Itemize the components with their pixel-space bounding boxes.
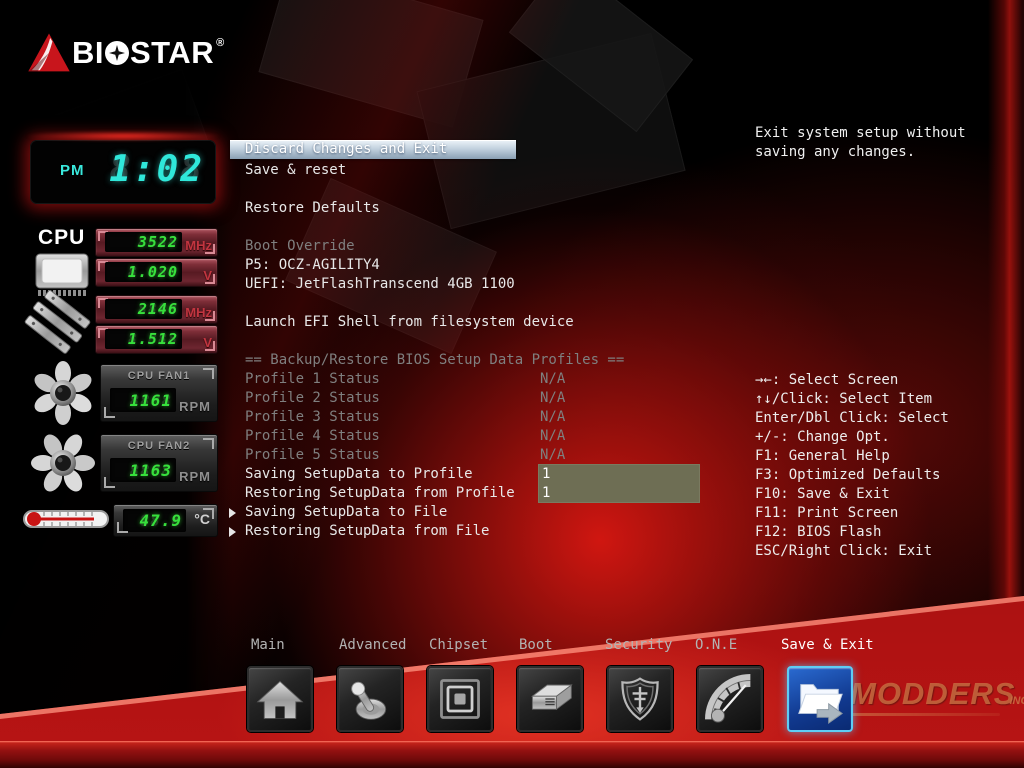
tab-main[interactable]: Main — [251, 636, 285, 654]
drive-icon — [525, 674, 575, 724]
tab-bar: Main Advanced Chipset Boot Security O.N.… — [0, 0, 1024, 768]
tab-tile-save-exit[interactable] — [787, 666, 853, 732]
tab-tile-one[interactable] — [697, 666, 763, 732]
tab-one[interactable]: O.N.E — [695, 636, 737, 654]
tab-tile-chipset[interactable] — [427, 666, 493, 732]
tab-tile-main[interactable] — [247, 666, 313, 732]
gauge-icon — [705, 674, 755, 724]
switch-icon — [345, 674, 395, 724]
folder-exit-icon — [794, 673, 846, 725]
tab-security[interactable]: Security — [605, 636, 672, 654]
shield-icon — [615, 674, 665, 724]
tab-boot[interactable]: Boot — [519, 636, 553, 654]
tab-save-exit[interactable]: Save & Exit — [781, 636, 874, 654]
tab-chipset[interactable]: Chipset — [429, 636, 488, 654]
bios-setup-screen: BISTAR® PM 8:88 1:02 CPU 8888 3522 MHz 8… — [0, 0, 1024, 768]
tab-tile-boot[interactable] — [517, 666, 583, 732]
tab-tile-security[interactable] — [607, 666, 673, 732]
home-icon — [255, 674, 305, 724]
chip-icon — [435, 674, 485, 724]
tab-advanced[interactable]: Advanced — [339, 636, 406, 654]
tab-tile-advanced[interactable] — [337, 666, 403, 732]
